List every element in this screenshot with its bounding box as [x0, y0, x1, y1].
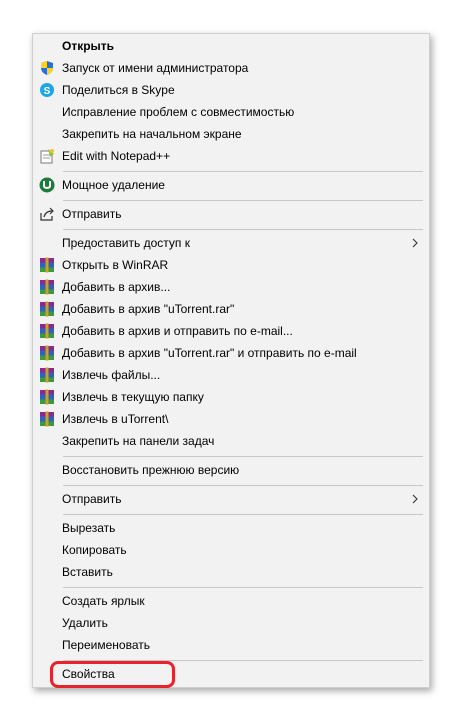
menu-item-pin-start[interactable]: Закрепить на начальном экране: [33, 123, 429, 145]
menu-item-paste[interactable]: Вставить: [33, 561, 429, 583]
menu-item-extract-to-folder[interactable]: Извлечь в uTorrent\: [33, 408, 429, 430]
menu-item-rename[interactable]: Переименовать: [33, 634, 429, 656]
menu-item-add-archive-named-email[interactable]: Добавить в архив "uTorrent.rar" и отправ…: [33, 342, 429, 364]
skype-icon: S: [40, 83, 54, 97]
menu-item-add-archive[interactable]: Добавить в архив...: [33, 276, 429, 298]
menu-item-power-uninstall[interactable]: Мощное удаление: [33, 174, 429, 196]
winrar-icon: [40, 345, 54, 361]
menu-item-label: Добавить в архив "uTorrent.rar": [62, 302, 235, 316]
menu-item-label: Запуск от имени администратора: [62, 61, 249, 75]
menu-item-extract-here[interactable]: Извлечь в текущую папку: [33, 386, 429, 408]
menu-item-extract-files[interactable]: Извлечь файлы...: [33, 364, 429, 386]
svg-text:S: S: [44, 86, 51, 97]
chevron-right-icon: [412, 494, 418, 504]
context-menu: Открыть Запуск от имени администратора S…: [32, 33, 430, 688]
menu-item-label: Мощное удаление: [62, 178, 165, 192]
winrar-icon: [40, 301, 54, 317]
menu-separator: [63, 514, 423, 515]
winrar-icon: [40, 367, 54, 383]
menu-item-delete[interactable]: Удалить: [33, 612, 429, 634]
uninstaller-icon: [39, 177, 55, 193]
menu-item-label: Edit with Notepad++: [62, 149, 171, 163]
menu-item-add-archive-named[interactable]: Добавить в архив "uTorrent.rar": [33, 298, 429, 320]
winrar-icon: [40, 323, 54, 339]
highlight-outline: [50, 661, 175, 688]
menu-item-label: Отправить: [62, 207, 122, 221]
menu-item-label: Восстановить прежнюю версию: [62, 463, 240, 477]
menu-item-restore-previous[interactable]: Восстановить прежнюю версию: [33, 459, 429, 481]
menu-item-add-archive-email[interactable]: Добавить в архив и отправить по e-mail..…: [33, 320, 429, 342]
menu-item-label: Извлечь в текущую папку: [62, 390, 204, 404]
winrar-icon: [40, 279, 54, 295]
menu-item-edit-notepadpp[interactable]: Edit with Notepad++: [33, 145, 429, 167]
menu-item-label: Добавить в архив...: [62, 280, 171, 294]
menu-item-label: Переименовать: [62, 638, 150, 652]
menu-separator: [63, 229, 423, 230]
menu-item-compat-troubleshoot[interactable]: Исправление проблем с совместимостью: [33, 101, 429, 123]
menu-item-run-as-admin[interactable]: Запуск от имени администратора: [33, 57, 429, 79]
menu-item-label: Открыть в WinRAR: [62, 258, 169, 272]
menu-item-label: Исправление проблем с совместимостью: [62, 105, 295, 119]
menu-item-label: Извлечь в uTorrent\: [62, 412, 169, 426]
menu-item-open[interactable]: Открыть: [33, 35, 429, 57]
menu-item-label: Добавить в архив "uTorrent.rar" и отправ…: [62, 346, 357, 360]
menu-item-cut[interactable]: Вырезать: [33, 517, 429, 539]
menu-item-create-shortcut[interactable]: Создать ярлык: [33, 590, 429, 612]
menu-separator: [63, 485, 423, 486]
menu-item-label: Создать ярлык: [62, 594, 145, 608]
winrar-icon: [40, 389, 54, 405]
menu-item-pin-taskbar[interactable]: Закрепить на панели задач: [33, 430, 429, 452]
chevron-right-icon: [412, 238, 418, 248]
menu-item-label: Закрепить на панели задач: [62, 434, 215, 448]
menu-item-label: Открыть: [62, 39, 115, 53]
menu-item-label: Удалить: [62, 616, 108, 630]
menu-item-give-access[interactable]: Предоставить доступ к: [33, 232, 429, 254]
menu-separator: [63, 456, 423, 457]
menu-item-share-skype[interactable]: S Поделиться в Skype: [33, 79, 429, 101]
winrar-icon: [40, 257, 54, 273]
menu-item-label: Предоставить доступ к: [62, 236, 190, 250]
menu-item-label: Вставить: [62, 565, 113, 579]
menu-item-label: Закрепить на начальном экране: [62, 127, 242, 141]
menu-item-label: Поделиться в Skype: [62, 83, 175, 97]
winrar-icon: [40, 411, 54, 427]
menu-item-label: Копировать: [62, 543, 127, 557]
uac-shield-icon: [41, 61, 53, 75]
menu-separator: [63, 587, 423, 588]
menu-item-label: Извлечь файлы...: [62, 368, 161, 382]
menu-item-label: Добавить в архив и отправить по e-mail..…: [62, 324, 293, 338]
menu-separator: [63, 200, 423, 201]
menu-item-send[interactable]: Отправить: [33, 203, 429, 225]
share-icon: [40, 207, 54, 221]
menu-item-open-winrar[interactable]: Открыть в WinRAR: [33, 254, 429, 276]
menu-item-send-to[interactable]: Отправить: [33, 488, 429, 510]
menu-item-copy[interactable]: Копировать: [33, 539, 429, 561]
menu-item-label: Отправить: [62, 492, 122, 506]
menu-item-label: Вырезать: [62, 521, 116, 535]
menu-separator: [63, 171, 423, 172]
notepadpp-icon: [40, 149, 54, 164]
